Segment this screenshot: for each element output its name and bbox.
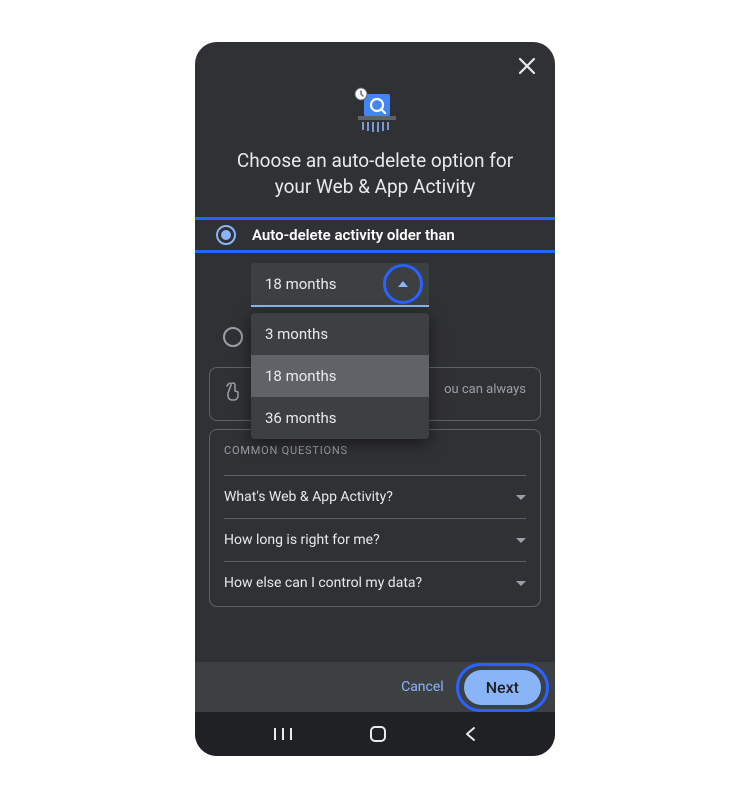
faq-card: COMMON QUESTIONS What's Web & App Activi… [209, 429, 541, 607]
radio-selected-label: Auto-delete activity older than [252, 226, 455, 244]
next-button-wrap: Next [464, 670, 541, 705]
dropdown-option-18-months[interactable]: 18 months [251, 355, 429, 397]
dropdown-value: 18 months [265, 275, 336, 293]
faq-item-control-data[interactable]: How else can I control my data? [224, 561, 526, 604]
dialog-content: Choose an auto-delete option for your We… [195, 42, 555, 662]
faq-item-web-app-activity[interactable]: What's Web & App Activity? [224, 475, 526, 518]
faq-label: How else can I control my data? [224, 575, 422, 591]
faq-label: How long is right for me? [224, 532, 380, 548]
action-bar: Cancel Next [195, 662, 555, 712]
dropdown-arrow-highlight [383, 264, 423, 304]
chevron-down-icon [516, 581, 526, 586]
dialog-title: Choose an auto-delete option for your We… [195, 148, 555, 199]
faq-label: What's Web & App Activity? [224, 489, 393, 505]
cancel-button[interactable]: Cancel [389, 671, 456, 703]
dialog-frame: Choose an auto-delete option for your We… [195, 42, 555, 756]
close-icon [518, 57, 536, 75]
close-button[interactable] [515, 54, 539, 78]
radio-selected-highlight: Auto-delete activity older than [195, 217, 555, 253]
tap-icon [224, 382, 244, 406]
chevron-down-icon [516, 538, 526, 543]
android-nav-bar [195, 712, 555, 756]
radio-unselected-icon [223, 327, 243, 347]
close-row [195, 42, 555, 78]
dropdown-option-36-months[interactable]: 36 months [251, 397, 429, 439]
dropdown-field[interactable]: 18 months [251, 263, 429, 307]
chevron-up-icon [398, 281, 408, 287]
home-button[interactable] [369, 725, 387, 743]
chevron-down-icon [516, 495, 526, 500]
faq-item-how-long[interactable]: How long is right for me? [224, 518, 526, 561]
faq-header: COMMON QUESTIONS [224, 444, 526, 457]
hero-icon [195, 86, 555, 134]
back-button[interactable] [464, 726, 476, 742]
duration-dropdown[interactable]: 18 months 3 months 18 months 36 months [251, 263, 429, 307]
next-button[interactable]: Next [464, 670, 541, 705]
recent-apps-button[interactable] [274, 727, 292, 741]
dropdown-option-3-months[interactable]: 3 months [251, 313, 429, 355]
radio-selected-icon [216, 225, 236, 245]
dropdown-menu: 3 months 18 months 36 months [251, 313, 429, 439]
radio-option-auto-delete[interactable]: Auto-delete activity older than [195, 217, 555, 253]
